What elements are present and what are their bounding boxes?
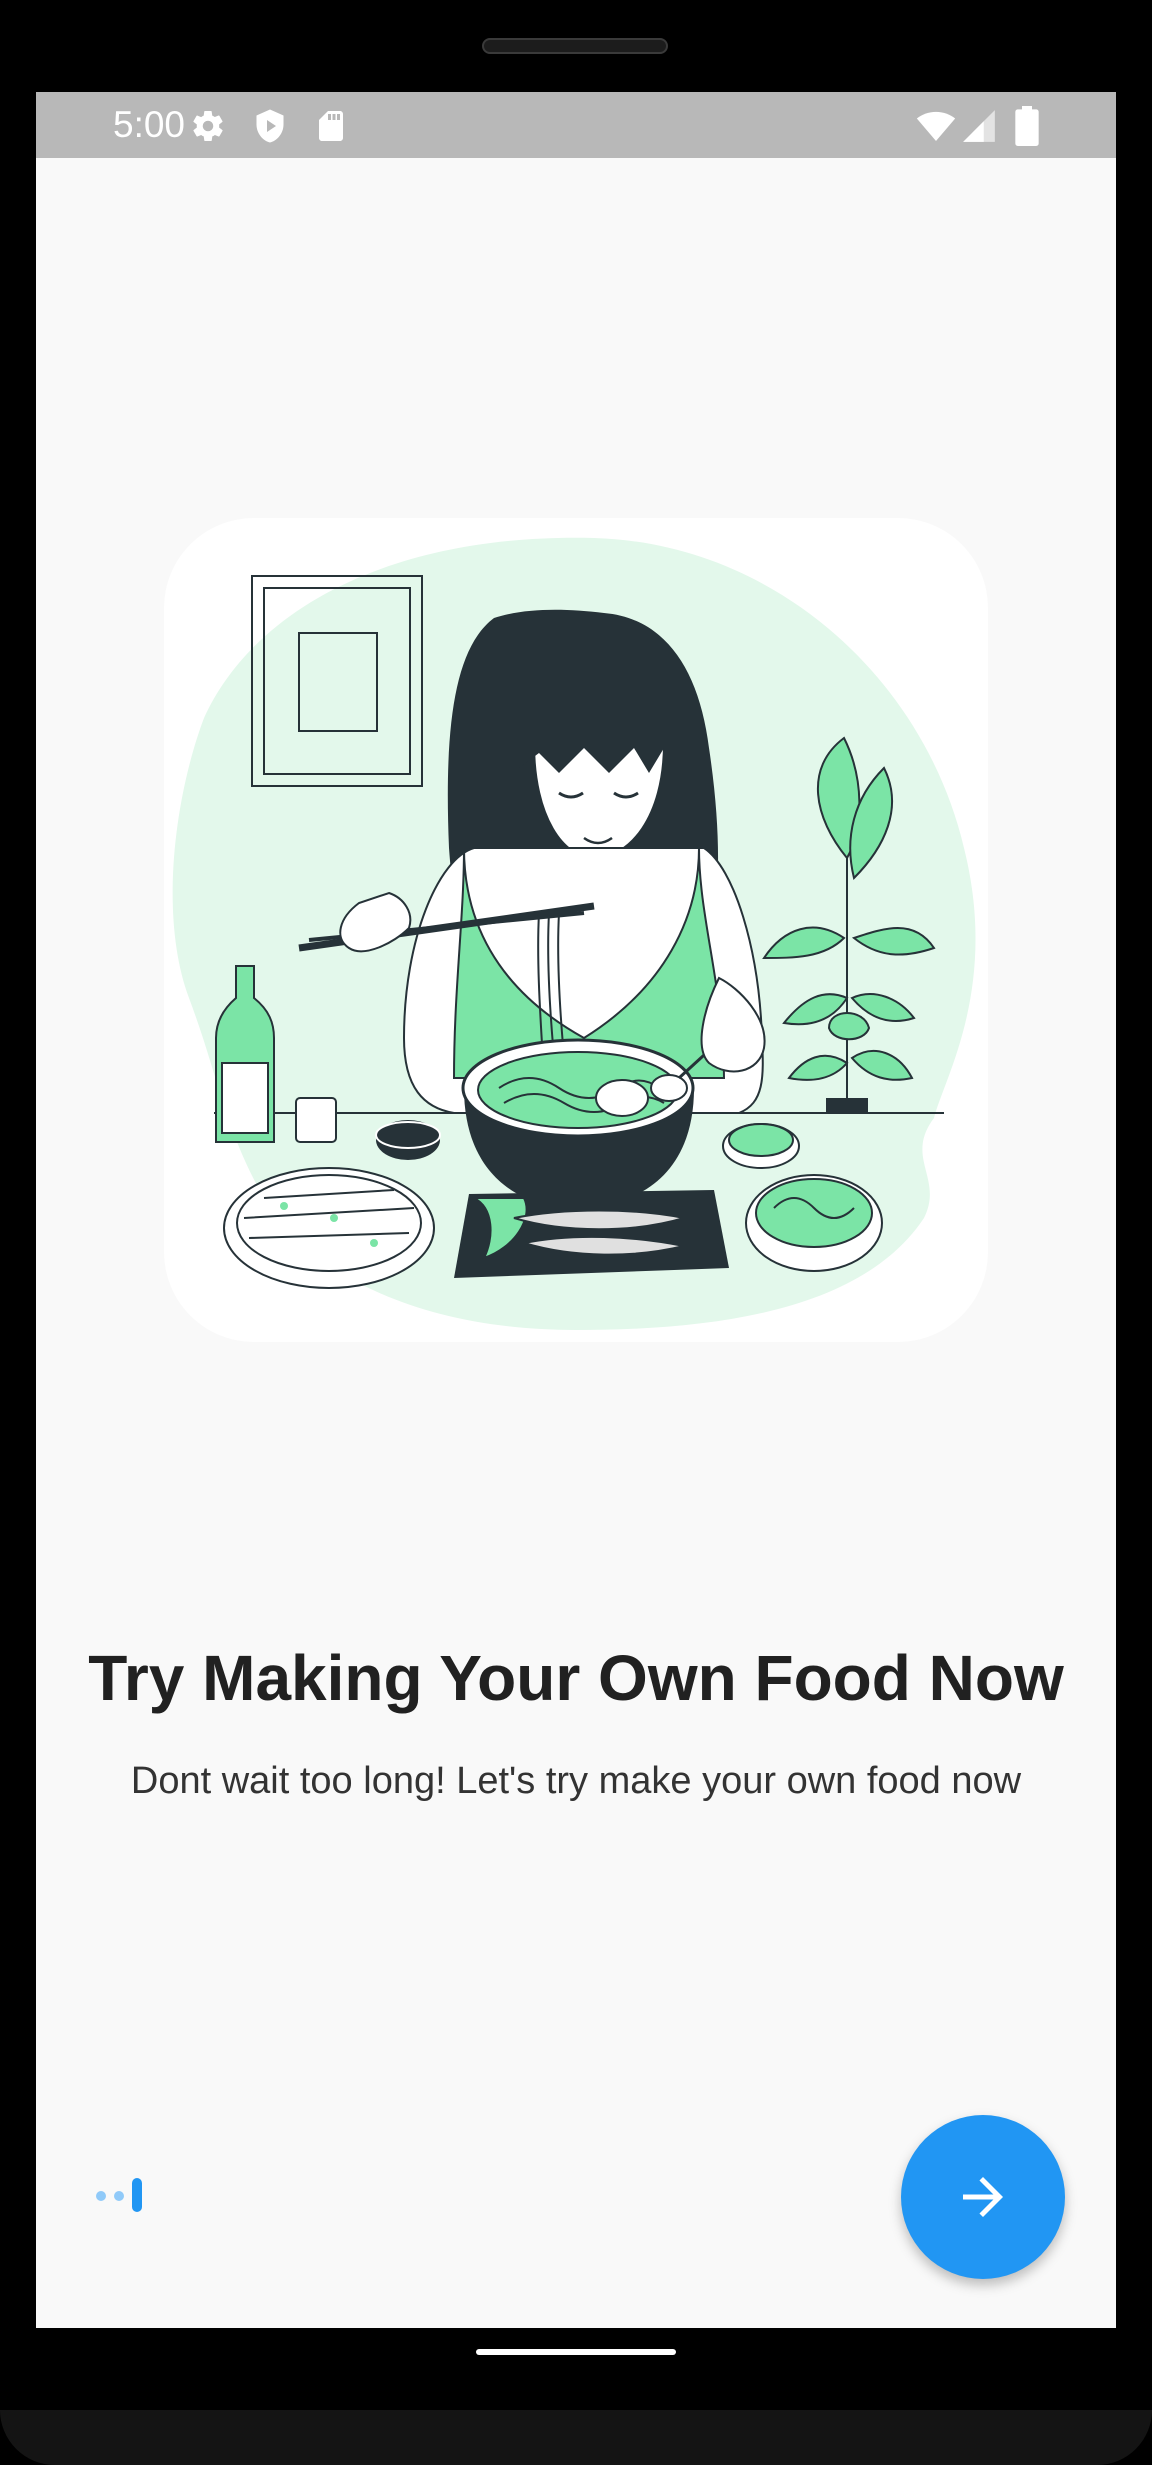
page-dot[interactable] xyxy=(114,2191,124,2201)
woman-eating-noodles-illustration xyxy=(172,537,976,1330)
home-indicator[interactable] xyxy=(476,2349,676,2355)
status-bar: 5:00 xyxy=(36,92,1116,158)
onboarding-illustration xyxy=(164,518,988,1342)
status-time: 5:00 xyxy=(113,104,186,145)
page-dot[interactable] xyxy=(96,2191,106,2201)
bottom-bezel xyxy=(0,2410,1152,2465)
page-indicator xyxy=(86,2178,166,2212)
battery-icon xyxy=(1015,106,1039,146)
wifi-icon xyxy=(916,111,956,141)
app-screen: 5:00 Try Making Your Own Food Now Dont w… xyxy=(36,92,1116,2328)
settings-icon xyxy=(193,111,223,142)
earpiece-speaker xyxy=(482,38,668,54)
device-frame: 5:00 Try Making Your Own Food Now Dont w… xyxy=(0,0,1152,2465)
signal-icon xyxy=(963,110,995,142)
sd-card-icon xyxy=(319,111,343,141)
next-button[interactable] xyxy=(901,2115,1065,2279)
arrow-right-icon xyxy=(963,2177,1003,2217)
onboarding-subtitle: Dont wait too long! Let's try make your … xyxy=(130,1760,1022,1802)
shield-play-icon xyxy=(256,109,284,143)
page-dot-active[interactable] xyxy=(132,2178,142,2212)
onboarding-title: Try Making Your Own Food Now xyxy=(88,1642,1064,1714)
